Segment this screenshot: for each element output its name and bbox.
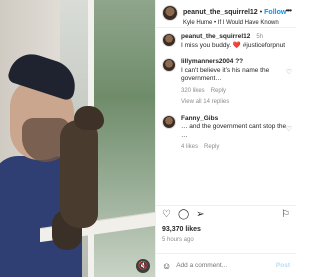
comment-text: … and the government cant stop the … — [181, 123, 287, 139]
comment-username[interactable]: Fanny_Gibs — [181, 115, 218, 122]
separator-dot: • — [259, 9, 263, 16]
caption-body: peanut_the_squirrel12 5h I miss you buddy… — [181, 33, 289, 50]
follow-button[interactable]: Follow — [264, 9, 286, 16]
comment-body: Fanny_Gibs … and the government cant sto… — [181, 115, 289, 152]
comment-body: lillymanners2004 ?? I can't believe it’s… — [181, 58, 289, 107]
view-replies-link[interactable]: View all 14 replies — [181, 98, 289, 107]
comment-avatar[interactable] — [162, 58, 176, 72]
emoji-smiley-icon[interactable]: ☺ — [162, 261, 171, 271]
comments-list[interactable]: peanut_the_squirrel12 5h I miss you buddy… — [156, 28, 296, 203]
share-paper-plane-icon[interactable]: ➢ — [196, 209, 204, 221]
comment-like-heart-icon[interactable]: ♡ — [286, 125, 292, 133]
comment-bubble-icon[interactable]: ◯ — [178, 209, 189, 221]
post-side-panel: peanut_the_squirrel12 • Follow Kyle Hume •… — [155, 0, 296, 277]
comment-likes[interactable]: 320 likes — [181, 87, 205, 96]
comment-username[interactable]: lillymanners2004 ?? — [181, 58, 243, 65]
post-photo[interactable]: 🔇 — [0, 0, 155, 277]
audio-track[interactable]: Kyle Hume • If I Would Have Known — [183, 18, 286, 28]
comment-text: I can't believe it’s his name the govern… — [181, 66, 270, 83]
comment-meta: 4 likes Reply — [181, 143, 289, 152]
author-info: peanut_the_squirrel12 • Follow Kyle Hume •… — [183, 5, 286, 28]
photo-squirrel-head — [74, 106, 104, 130]
more-options-icon[interactable]: ••• — [286, 6, 292, 15]
comment-item: Fanny_Gibs … and the government cant sto… — [162, 114, 292, 152]
comment-composer: ☺ Post — [156, 253, 296, 277]
caption-text: I miss you buddy. ❤️ #justiceforpnut — [181, 41, 286, 49]
caption-time: 5h — [256, 34, 264, 40]
action-bar: ♡ ◯ ➢ ⚐ — [156, 205, 296, 223]
author-username[interactable]: peanut_the_squirrel12 — [183, 9, 258, 16]
instagram-post: 🔇 peanut_the_squirrel12 • Follow Kyle Hume… — [0, 0, 296, 277]
comment-meta: 320 likes Reply — [181, 87, 289, 96]
post-header: peanut_the_squirrel12 • Follow Kyle Hume •… — [156, 0, 296, 28]
caption-username[interactable]: peanut_the_squirrel12 — [181, 33, 250, 40]
like-count[interactable]: 93,370 likes — [162, 226, 201, 233]
author-avatar[interactable] — [162, 5, 178, 21]
comment-input[interactable] — [176, 262, 263, 269]
comment-reply-button[interactable]: Reply — [211, 87, 226, 96]
comment-likes[interactable]: 4 likes — [181, 143, 198, 152]
audio-track-label: Kyle Hume • If I Would Have Known — [183, 20, 279, 26]
caption: peanut_the_squirrel12 5h I miss you buddy… — [162, 33, 290, 50]
like-heart-icon[interactable]: ♡ — [162, 209, 171, 221]
comment-like-heart-icon[interactable]: ♡ — [286, 68, 292, 76]
caption-avatar[interactable] — [162, 33, 176, 47]
post-comment-button[interactable]: Post — [276, 262, 290, 269]
bookmark-icon[interactable]: ⚐ — [281, 209, 290, 221]
comment-reply-button[interactable]: Reply — [204, 143, 219, 152]
comment-item: lillymanners2004 ?? I can't believe it’s… — [162, 58, 292, 107]
comment-avatar[interactable] — [162, 114, 176, 129]
photo-window — [92, 0, 155, 277]
posted-time: 5 hours ago — [162, 237, 194, 243]
photo-squirrel-body — [60, 120, 98, 228]
mute-button[interactable]: 🔇 — [136, 259, 150, 273]
